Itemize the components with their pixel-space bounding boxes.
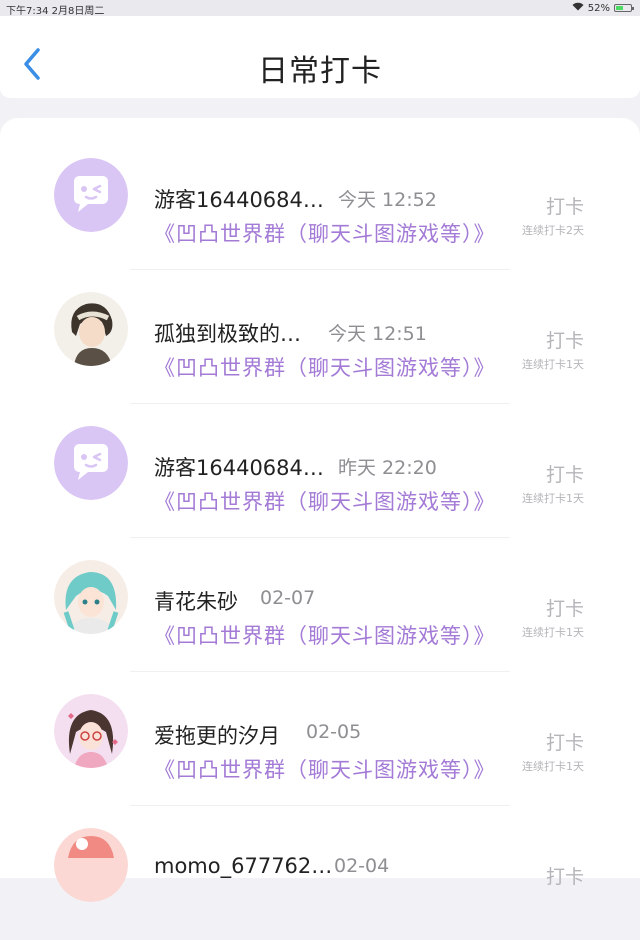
guest-avatar[interactable] (54, 158, 128, 232)
checkin-button[interactable]: 打卡 (546, 192, 584, 219)
checkin-time: 02-04 (334, 855, 390, 877)
user-name: 爱拖更的汐月 (154, 724, 280, 748)
checkin-button[interactable]: 打卡 (546, 594, 584, 621)
pink-avatar[interactable] (54, 828, 128, 902)
header-bar: 日常打卡 (0, 16, 640, 98)
streak-label: 连续打卡1天 (522, 358, 584, 371)
checkin-time: 今天 12:52 (338, 189, 437, 211)
list-item[interactable]: 孤独到极致的… 今天 12:51 《凹凸世界群（聊天斗图游戏等）》 打卡 连续打… (0, 270, 640, 404)
list-item[interactable]: 游客16440684… 昨天 22:20 《凹凸世界群（聊天斗图游戏等）》 打卡… (0, 404, 640, 538)
wifi-icon (572, 2, 584, 14)
checkin-button[interactable]: 打卡 (546, 862, 584, 889)
guest-avatar[interactable] (54, 426, 128, 500)
user-name: 孤独到极致的… (154, 322, 301, 346)
user-name: 青花朱砂 (154, 590, 238, 614)
group-name[interactable]: 《凹凸世界群（聊天斗图游戏等）》 (154, 754, 496, 784)
checkin-list: 游客16440684… 今天 12:52 《凹凸世界群（聊天斗图游戏等）》 打卡… (0, 118, 640, 902)
list-item[interactable]: 游客16440684… 今天 12:52 《凹凸世界群（聊天斗图游戏等）》 打卡… (0, 136, 640, 270)
group-name[interactable]: 《凹凸世界群（聊天斗图游戏等）》 (154, 218, 496, 248)
checkin-time: 02-05 (306, 721, 362, 743)
list-item[interactable]: 青花朱砂 02-07 《凹凸世界群（聊天斗图游戏等）》 打卡 连续打卡1天 (0, 538, 640, 672)
checkin-button[interactable]: 打卡 (546, 460, 584, 487)
streak-label: 连续打卡1天 (522, 626, 584, 639)
checkin-time: 02-07 (260, 587, 316, 609)
girl-avatar[interactable] (54, 694, 128, 768)
group-name[interactable]: 《凹凸世界群（聊天斗图游戏等）》 (154, 486, 496, 516)
checkin-time: 今天 12:51 (328, 323, 427, 345)
list-item[interactable]: 爱拖更的汐月 02-05 《凹凸世界群（聊天斗图游戏等）》 打卡 连续打卡1天 (0, 672, 640, 806)
checkin-button[interactable]: 打卡 (546, 326, 584, 353)
user-name: 游客16440684… (154, 456, 324, 480)
anime-girl-avatar[interactable] (54, 560, 128, 634)
group-name[interactable]: 《凹凸世界群（聊天斗图游戏等）》 (154, 352, 496, 382)
status-bar: 下午7:34 2月8日周二 52% (0, 0, 640, 17)
page-title: 日常打卡 (258, 54, 382, 89)
checkin-time: 昨天 22:20 (338, 457, 437, 479)
battery-icon (614, 4, 634, 12)
anime-boy-avatar[interactable] (54, 292, 128, 366)
user-name: momo_677762… (154, 854, 333, 878)
group-name[interactable]: 《凹凸世界群（聊天斗图游戏等）》 (154, 620, 496, 650)
streak-label: 连续打卡1天 (522, 492, 584, 505)
list-item[interactable]: momo_677762… 02-04 打卡 (0, 806, 640, 940)
streak-label: 连续打卡2天 (522, 224, 584, 237)
battery-percent: 52% (587, 2, 610, 14)
status-right: 52% (572, 2, 634, 14)
streak-label: 连续打卡1天 (522, 760, 584, 773)
status-time-date: 下午7:34 2月8日周二 (6, 6, 105, 17)
user-name: 游客16440684… (154, 188, 324, 212)
checkin-button[interactable]: 打卡 (546, 728, 584, 755)
